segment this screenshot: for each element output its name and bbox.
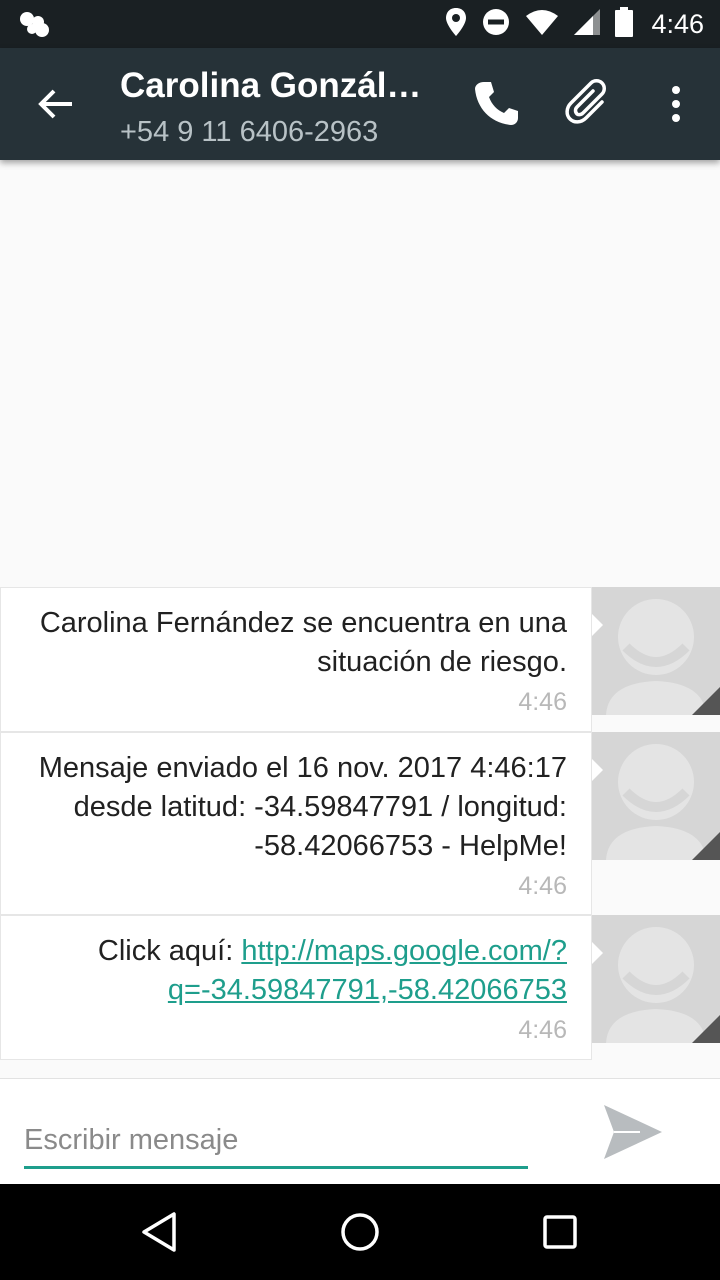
back-arrow-icon[interactable] <box>32 84 80 124</box>
message-text: Carolina Fernández se encuentra en una s… <box>39 607 567 678</box>
notification-bubbles-icon <box>18 10 54 43</box>
message-timestamp: 4:46 <box>518 1016 567 1044</box>
person-placeholder-icon <box>606 927 720 1043</box>
more-vert-icon[interactable] <box>648 76 704 132</box>
location-icon <box>445 7 467 42</box>
bubble-pointer <box>592 613 603 637</box>
contact-phone-number[interactable]: +54 9 11 6406-2963 <box>120 116 378 149</box>
status-time: 4:46 <box>651 8 704 39</box>
nav-recents-icon[interactable] <box>536 1208 584 1256</box>
message-bubble[interactable]: Carolina Fernández se encuentra en una s… <box>0 587 592 732</box>
battery-icon <box>615 6 634 42</box>
attach-icon[interactable] <box>562 76 618 132</box>
system-nav-bar <box>0 1184 720 1280</box>
message-input[interactable] <box>24 1115 528 1169</box>
message-bubble[interactable]: Click aquí: http://maps.google.com/?q=-3… <box>0 915 592 1060</box>
message-timestamp: 4:46 <box>518 688 567 716</box>
message-timestamp: 4:46 <box>518 872 567 900</box>
person-placeholder-icon <box>606 744 720 860</box>
wifi-icon <box>525 8 559 41</box>
contact-name[interactable]: Carolina Gonzál… <box>120 66 440 106</box>
bubble-pointer <box>592 758 603 782</box>
message-prefix: Click aquí: <box>97 935 242 967</box>
bubble-pointer <box>592 941 603 965</box>
conversation-toolbar: Carolina Gonzál… +54 9 11 6406-2963 <box>0 48 720 160</box>
message-text: Mensaje enviado el 16 nov. 2017 4:46:17 … <box>38 752 567 862</box>
message-text: Click aquí: http://maps.google.com/?q=-3… <box>25 932 567 1010</box>
signal-icon <box>573 8 601 41</box>
avatar <box>592 587 720 715</box>
message-composer <box>0 1078 720 1184</box>
do-not-disturb-icon <box>481 7 511 42</box>
avatar <box>592 732 720 860</box>
avatar <box>592 915 720 1043</box>
nav-back-icon[interactable] <box>136 1208 184 1256</box>
message-bubble[interactable]: Mensaje enviado el 16 nov. 2017 4:46:17 … <box>0 732 592 915</box>
message-list[interactable]: Carolina Fernández se encuentra en una s… <box>0 160 720 1078</box>
send-icon[interactable] <box>600 1099 666 1165</box>
nav-home-icon[interactable] <box>336 1208 384 1256</box>
person-placeholder-icon <box>606 599 720 715</box>
phone-icon[interactable] <box>468 76 524 132</box>
status-bar: 4:46 <box>0 0 720 48</box>
